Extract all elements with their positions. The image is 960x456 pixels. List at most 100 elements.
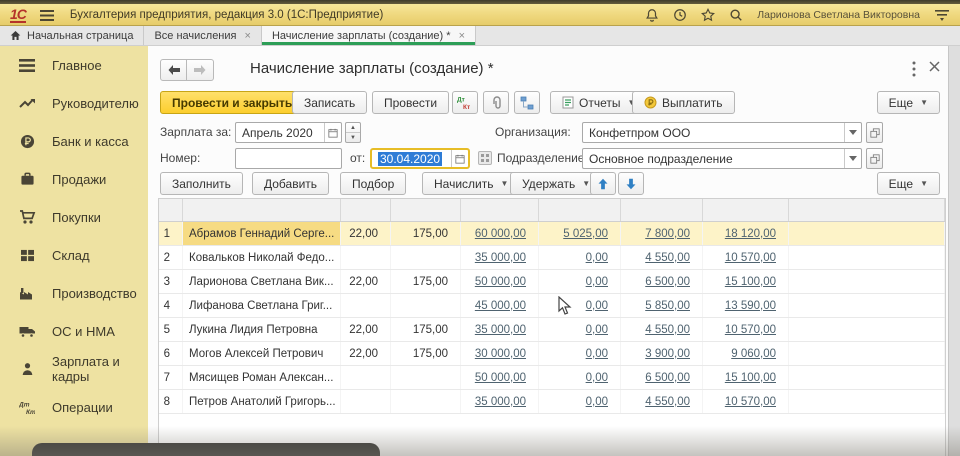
notifications-bell-icon[interactable] (645, 8, 659, 22)
cell-contrib[interactable]: 13 590,00 (703, 294, 789, 317)
salary-period-input[interactable]: Апрель 2020 (235, 122, 342, 143)
calendar-icon[interactable] (324, 123, 341, 142)
column-header-n[interactable] (159, 199, 183, 221)
cell-contrib[interactable]: 15 100,00 (703, 366, 789, 389)
cell-employee[interactable]: Ларионова Светлана Вик... (183, 270, 341, 293)
cell-value-link[interactable]: 4 550,00 (645, 252, 690, 264)
cell-days[interactable] (341, 390, 391, 413)
cell-value-link[interactable]: 18 120,00 (725, 228, 776, 240)
cell-employee[interactable]: Лифанова Светлана Григ... (183, 294, 341, 317)
dept-dropdown-icon[interactable] (844, 149, 861, 168)
cell-value-link[interactable]: 5 850,00 (645, 300, 690, 312)
cell-value-link[interactable]: 35 000,00 (475, 396, 526, 408)
cell-accrued[interactable]: 30 000,00 (461, 342, 539, 365)
save-button[interactable]: Записать (292, 91, 367, 114)
period-stepper[interactable]: ▲▼ (345, 122, 361, 143)
number-input[interactable] (235, 148, 342, 169)
cell-value-link[interactable]: 15 100,00 (725, 276, 776, 288)
cell-value-link[interactable]: 0,00 (586, 348, 608, 360)
cell-accrued[interactable]: 35 000,00 (461, 246, 539, 269)
cell-hours[interactable]: 175,00 (391, 222, 461, 245)
cell-hours[interactable]: 175,00 (391, 270, 461, 293)
cell-ndfl[interactable]: 4 550,00 (621, 390, 703, 413)
cell-hours[interactable] (391, 294, 461, 317)
cell-employee[interactable]: Петров Анатолий Григорь... (183, 390, 341, 413)
column-header-withheld[interactable] (539, 199, 621, 221)
table-row[interactable]: 2Ковальков Николай Федо...35 000,000,004… (159, 246, 945, 270)
cell-withheld[interactable]: 0,00 (539, 366, 621, 389)
org-dropdown-icon[interactable] (844, 123, 861, 142)
table-row[interactable]: 3Ларионова Светлана Вик...22,00175,0050 … (159, 270, 945, 294)
sidebar-item-main[interactable]: Главное (0, 46, 148, 84)
cell-value-link[interactable]: 4 550,00 (645, 324, 690, 336)
cell-withheld[interactable]: 0,00 (539, 294, 621, 317)
cell-value-link[interactable]: 6 500,00 (645, 276, 690, 288)
cell-hours[interactable] (391, 366, 461, 389)
cell-value-link[interactable]: 50 000,00 (475, 276, 526, 288)
sidebar-item-purchases[interactable]: Покупки (0, 198, 148, 236)
organization-input[interactable]: Конфетпром ООО (582, 122, 862, 143)
table-row[interactable]: 6Могов Алексей Петрович22,00175,0030 000… (159, 342, 945, 366)
cell-value-link[interactable]: 4 550,00 (645, 396, 690, 408)
cell-value-link[interactable]: 3 900,00 (645, 348, 690, 360)
column-header-days[interactable] (341, 199, 391, 221)
table-row[interactable]: 5Лукина Лидия Петровна22,00175,0035 000,… (159, 318, 945, 342)
close-form-icon[interactable] (929, 61, 940, 72)
cell-days[interactable]: 22,00 (341, 222, 391, 245)
cell-hours[interactable]: 175,00 (391, 318, 461, 341)
cell-withheld[interactable]: 0,00 (539, 246, 621, 269)
table-row[interactable]: 4Лифанова Светлана Григ...45 000,000,005… (159, 294, 945, 318)
cell-days[interactable]: 22,00 (341, 318, 391, 341)
cell-ndfl[interactable]: 4 550,00 (621, 318, 703, 341)
cell-value-link[interactable]: 5 025,00 (563, 228, 608, 240)
cell-ndfl[interactable]: 7 800,00 (621, 222, 703, 245)
cell-hours[interactable] (391, 246, 461, 269)
cell-ndfl[interactable]: 6 500,00 (621, 270, 703, 293)
more-menu-dots-icon[interactable] (912, 61, 916, 77)
accrue-button[interactable]: Начислить▼ (422, 172, 520, 195)
cell-value-link[interactable]: 9 060,00 (731, 348, 776, 360)
search-icon[interactable] (729, 8, 743, 22)
tab-close-icon[interactable]: × (245, 30, 251, 42)
column-header-hours[interactable] (391, 199, 461, 221)
cell-value-link[interactable]: 7 800,00 (645, 228, 690, 240)
post-and-close-button[interactable]: Провести и закрыть (160, 91, 304, 114)
sidebar-item-manager[interactable]: Руководителю (0, 84, 148, 122)
cell-withheld[interactable]: 0,00 (539, 342, 621, 365)
sidebar-item-sales[interactable]: Продажи (0, 160, 148, 198)
cell-value-link[interactable]: 0,00 (586, 300, 608, 312)
table-row[interactable]: 7Мясищев Роман Алексан...50 000,000,006 … (159, 366, 945, 390)
toolbar-more-button[interactable]: Еще▼ (877, 91, 940, 114)
current-user-name[interactable]: Ларионова Светлана Викторовна (757, 9, 920, 21)
cell-value-link[interactable]: 45 000,00 (475, 300, 526, 312)
cell-contrib[interactable]: 10 570,00 (703, 246, 789, 269)
cell-withheld[interactable]: 0,00 (539, 390, 621, 413)
cell-ndfl[interactable]: 5 850,00 (621, 294, 703, 317)
cell-value-link[interactable]: 13 590,00 (725, 300, 776, 312)
history-icon[interactable] (673, 8, 687, 22)
sidebar-item-operations[interactable]: ДтКтОперации (0, 388, 148, 426)
organization-open-button[interactable] (866, 122, 883, 143)
cell-accrued[interactable]: 50 000,00 (461, 270, 539, 293)
cell-employee[interactable]: Могов Алексей Петрович (183, 342, 341, 365)
column-header-ndfl[interactable] (621, 199, 703, 221)
cell-accrued[interactable]: 60 000,00 (461, 222, 539, 245)
department-open-button[interactable] (866, 148, 883, 169)
cell-value-link[interactable]: 0,00 (586, 372, 608, 384)
cell-value-link[interactable]: 0,00 (586, 276, 608, 288)
favorites-star-icon[interactable] (701, 8, 715, 22)
service-settings-icon[interactable] (934, 9, 950, 21)
cell-employee[interactable]: Лукина Лидия Петровна (183, 318, 341, 341)
department-input[interactable]: Основное подразделение (582, 148, 862, 169)
cell-value-link[interactable]: 0,00 (586, 252, 608, 264)
cell-value-link[interactable]: 35 000,00 (475, 324, 526, 336)
cell-accrued[interactable]: 45 000,00 (461, 294, 539, 317)
cell-value-link[interactable]: 10 570,00 (725, 324, 776, 336)
structure-links-button[interactable] (514, 91, 540, 114)
back-button[interactable] (160, 59, 187, 81)
move-up-button[interactable] (590, 172, 616, 195)
main-menu-icon[interactable] (40, 10, 54, 21)
cell-value-link[interactable]: 0,00 (586, 396, 608, 408)
cell-contrib[interactable]: 10 570,00 (703, 390, 789, 413)
sidebar-item-bank-cash[interactable]: Банк и касса (0, 122, 148, 160)
